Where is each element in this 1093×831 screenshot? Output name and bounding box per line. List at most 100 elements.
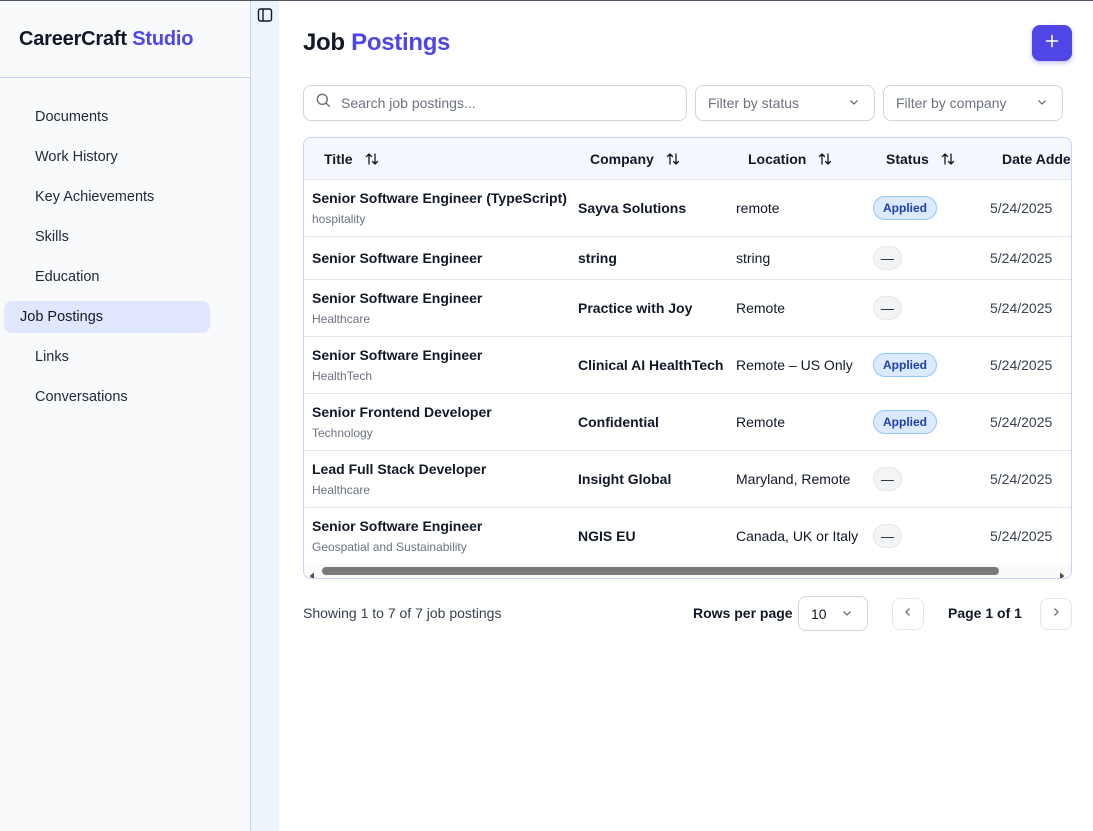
job-title[interactable]: Senior Frontend Developer (312, 404, 492, 420)
sidebar: CareerCraft Studio Documents Work Histor… (0, 1, 251, 831)
cell-location: string (736, 250, 771, 266)
status-badge: Applied (873, 196, 937, 220)
sidebar-item-skills[interactable]: Skills (4, 221, 210, 253)
previous-page-button[interactable] (892, 598, 924, 630)
sort-icon (941, 152, 955, 166)
cell-status: — (873, 508, 902, 564)
sort-icon (818, 152, 832, 166)
cell-title: Senior Software Engineer Geospatial and S… (312, 508, 482, 564)
cell-title: Senior Software Engineer Healthcare (312, 280, 482, 336)
rows-per-page-select[interactable]: 10 (798, 596, 868, 631)
brand-name: CareerCraft (19, 28, 127, 50)
cell-date: 5/24/2025 (990, 200, 1053, 216)
job-industry: Technology (312, 426, 373, 440)
status-filter-placeholder: Filter by status (708, 95, 800, 111)
table-row[interactable]: Senior Software Engineer Geospatial and S… (304, 508, 1071, 564)
column-label: Title (324, 151, 353, 167)
column-header-location[interactable]: Location (748, 138, 832, 180)
job-industry: Geospatial and Sustainability (312, 540, 467, 554)
column-header-title[interactable]: Title (324, 138, 379, 180)
cell-title: Senior Software Engineer HealthTech (312, 337, 482, 393)
cell-location: Maryland, Remote (736, 471, 851, 487)
sidebar-item-education[interactable]: Education (4, 261, 210, 293)
table-row[interactable]: Senior Frontend Developer Technology Conf… (304, 394, 1071, 451)
job-title[interactable]: Senior Software Engineer (312, 347, 482, 363)
column-header-date-added[interactable]: Date Added (1002, 138, 1072, 180)
job-title[interactable]: Lead Full Stack Developer (312, 461, 486, 477)
page-title: Job Postings (303, 29, 450, 57)
scroll-right-arrow-icon[interactable] (1058, 567, 1066, 578)
cell-title: Senior Software Engineer (312, 237, 482, 279)
scroll-left-arrow-icon[interactable] (308, 567, 316, 578)
job-title[interactable]: Senior Software Engineer (TypeScript) (312, 190, 567, 206)
sidebar-toggle-icon[interactable] (257, 7, 273, 23)
column-header-status[interactable]: Status (886, 138, 955, 180)
scrollbar-thumb[interactable] (322, 567, 999, 575)
sidebar-item-label: Work History (35, 149, 118, 165)
rows-per-page-value: 10 (811, 605, 827, 622)
sidebar-item-key-achievements[interactable]: Key Achievements (4, 181, 210, 213)
cell-location: Remote – US Only (736, 357, 853, 373)
sidebar-item-links[interactable]: Links (4, 341, 210, 373)
results-summary: Showing 1 to 7 of 7 job postings (303, 605, 502, 621)
sidebar-item-work-history[interactable]: Work History (4, 141, 210, 173)
status-filter-select[interactable]: Filter by status (695, 85, 875, 121)
cell-date: 5/24/2025 (990, 528, 1053, 544)
chevron-down-icon (841, 606, 853, 622)
search-input[interactable] (341, 95, 661, 111)
sidebar-item-label: Job Postings (20, 309, 104, 325)
cell-title: Senior Frontend Developer Technology (312, 394, 492, 450)
brand-logo[interactable]: CareerCraft Studio (0, 1, 250, 78)
table-row[interactable]: Senior Software Engineer HealthTech Clini… (304, 337, 1071, 394)
cell-date: 5/24/2025 (990, 300, 1053, 316)
search-icon (316, 93, 331, 113)
horizontal-scrollbar[interactable] (304, 564, 1071, 578)
job-title[interactable]: Senior Software Engineer (312, 518, 482, 534)
sidebar-item-label: Education (35, 269, 100, 285)
cell-date: 5/24/2025 (990, 471, 1053, 487)
company-filter-select[interactable]: Filter by company (883, 85, 1063, 121)
add-job-posting-button[interactable] (1032, 25, 1072, 61)
table-row[interactable]: Senior Software Engineer (TypeScript) hos… (304, 180, 1071, 237)
next-page-button[interactable] (1040, 598, 1072, 630)
status-empty-badge: — (873, 524, 902, 548)
status-badge: Applied (873, 410, 937, 434)
page-title-part1: Job (303, 29, 345, 56)
sidebar-item-job-postings[interactable]: Job Postings (4, 301, 210, 333)
sidebar-item-conversations[interactable]: Conversations (4, 381, 210, 413)
plus-icon (1045, 34, 1059, 53)
page-title-part2: Postings (351, 29, 451, 56)
main-content: Job Postings Filter by status Filter by … (279, 1, 1093, 831)
column-label: Company (590, 151, 654, 167)
cell-company: NGIS EU (578, 528, 636, 544)
status-empty-badge: — (873, 246, 902, 270)
table-row[interactable]: Senior Software Engineer Healthcare Pract… (304, 280, 1071, 337)
cell-company: Clinical AI HealthTech (578, 357, 724, 373)
sort-icon (365, 152, 379, 166)
column-label: Date Added (1002, 151, 1072, 167)
rows-per-page-label: Rows per page (693, 605, 793, 621)
cell-title: Lead Full Stack Developer Healthcare (312, 451, 486, 507)
cell-location: Remote (736, 300, 786, 316)
job-title[interactable]: Senior Software Engineer (312, 250, 482, 266)
sidebar-item-documents[interactable]: Documents (4, 101, 210, 133)
cell-company: Sayva Solutions (578, 200, 687, 216)
cell-location: remote (736, 200, 780, 216)
sidebar-item-label: Conversations (35, 389, 128, 405)
status-empty-badge: — (873, 296, 902, 320)
cell-status: — (873, 237, 902, 279)
table-header: Title Company Location Status Date Added (304, 138, 1072, 180)
cell-location: Remote (736, 414, 786, 430)
job-industry: Healthcare (312, 312, 371, 326)
sidebar-gutter (251, 1, 279, 831)
sidebar-item-label: Skills (35, 229, 69, 245)
chevron-left-icon (902, 605, 914, 623)
company-filter-placeholder: Filter by company (896, 95, 1007, 111)
table-row[interactable]: Lead Full Stack Developer Healthcare Insi… (304, 451, 1071, 508)
column-header-company[interactable]: Company (590, 138, 680, 180)
cell-company: Confidential (578, 414, 659, 430)
table-row[interactable]: Senior Software Engineer string string —… (304, 237, 1071, 280)
job-title[interactable]: Senior Software Engineer (312, 290, 482, 306)
cell-status: Applied (873, 337, 937, 393)
brand-suffix: Studio (132, 28, 194, 50)
